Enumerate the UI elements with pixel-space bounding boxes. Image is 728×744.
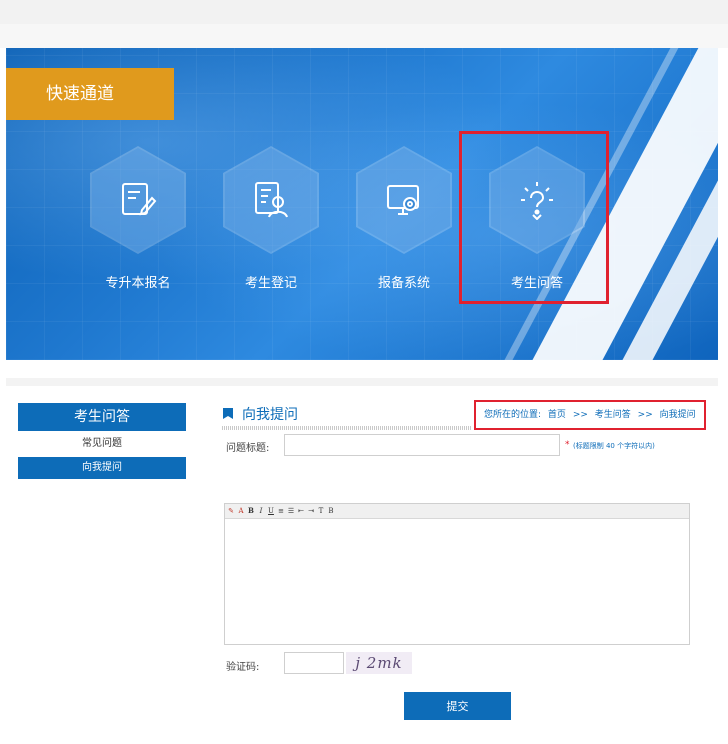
- font-color-icon[interactable]: ✎: [227, 506, 235, 516]
- flag-icon: [223, 408, 233, 419]
- outdent-icon[interactable]: ⇤: [297, 506, 305, 516]
- required-mark: *: [565, 440, 570, 450]
- breadcrumb: 您所在的位置: 首页 >> 考生问答 >> 向我提问: [474, 400, 706, 430]
- section-divider: [6, 378, 718, 386]
- title-hint: (标题限制 40 个字符以内): [573, 442, 655, 450]
- breadcrumb-separator: >>: [637, 410, 653, 420]
- breadcrumb-prefix: 您所在的位置:: [484, 410, 542, 420]
- breadcrumb-section[interactable]: 考生问答: [595, 410, 631, 420]
- bold-icon[interactable]: B: [247, 506, 255, 516]
- indent-icon[interactable]: ⇥: [307, 506, 315, 516]
- captcha-label: 验证码:: [226, 662, 260, 673]
- breadcrumb-home[interactable]: 首页: [548, 410, 566, 420]
- quick-item-label: 考生登记: [244, 276, 297, 291]
- page-title-text: 向我提问: [242, 407, 298, 423]
- hexagon-tile: [356, 146, 452, 254]
- user-document-icon: [255, 182, 288, 218]
- sidebar-item-faq[interactable]: 常见问题: [18, 434, 186, 454]
- italic-icon[interactable]: I: [257, 506, 265, 516]
- quick-item-upgrade-registration[interactable]: 专升本报名: [83, 146, 193, 291]
- align-icon[interactable]: ≡: [277, 506, 285, 516]
- section-spacer: [0, 360, 728, 378]
- breadcrumb-current[interactable]: 向我提问: [660, 410, 696, 420]
- highlight-box: [459, 131, 609, 304]
- rich-text-editor[interactable]: ✎ A B I U ≡ ☰ ⇤ ⇥ T B: [224, 503, 690, 645]
- captcha-input[interactable]: [284, 652, 344, 674]
- subscript-icon[interactable]: T: [317, 506, 325, 516]
- question-title-input[interactable]: [284, 434, 560, 456]
- quick-access-banner: 快速通道 专升本报名 考生登记 报备系统 考生问答: [6, 48, 718, 360]
- list-icon[interactable]: ☰: [287, 506, 295, 516]
- top-spacer: [0, 24, 728, 48]
- title-underline: [222, 426, 472, 430]
- superscript-icon[interactable]: B: [327, 506, 335, 516]
- edit-document-icon: [122, 183, 157, 216]
- sidebar-item-ask-question[interactable]: 向我提问: [18, 457, 186, 479]
- page-title: 向我提问: [222, 404, 298, 424]
- captcha-image[interactable]: j 2mk: [346, 652, 412, 674]
- underline-icon[interactable]: U: [267, 506, 275, 516]
- submit-button[interactable]: 提交: [404, 692, 511, 720]
- hexagon-tile: [223, 146, 319, 254]
- editor-toolbar: ✎ A B I U ≡ ☰ ⇤ ⇥ T B: [225, 504, 689, 519]
- highlight-color-icon[interactable]: A: [237, 506, 245, 516]
- quick-item-filing-system[interactable]: 报备系统: [349, 146, 459, 291]
- monitor-gear-icon: [387, 185, 419, 215]
- sidebar-title: 考生问答: [18, 403, 186, 431]
- top-bar: [0, 0, 728, 24]
- title-label: 问题标题:: [226, 443, 270, 454]
- quick-item-label: 专升本报名: [105, 276, 171, 291]
- quick-item-label: 报备系统: [377, 276, 430, 291]
- hexagon-tile: [90, 146, 186, 254]
- quick-item-student-registration[interactable]: 考生登记: [216, 146, 326, 291]
- breadcrumb-separator: >>: [572, 410, 588, 420]
- quick-access-label: 快速通道: [6, 68, 174, 120]
